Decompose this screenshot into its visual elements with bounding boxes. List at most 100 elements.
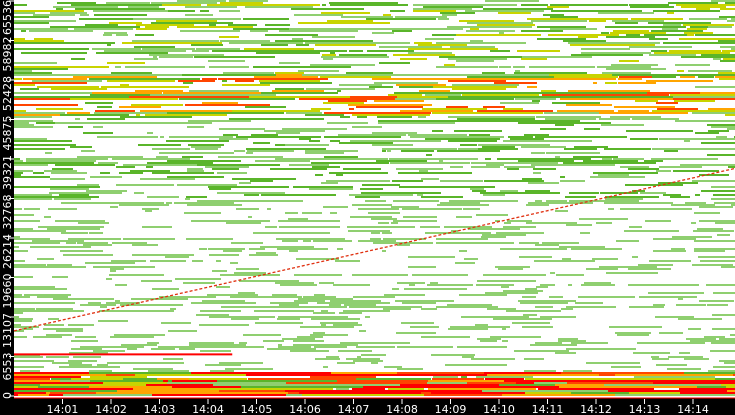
heatmap-cell: [374, 100, 424, 102]
heatmap-cell: [74, 28, 133, 30]
heatmap-cell: [90, 94, 150, 96]
heatmap-cell: [444, 226, 492, 228]
heatmap-cell: [506, 310, 561, 312]
heatmap-cell: [399, 186, 495, 188]
heatmap-cell: [401, 150, 434, 152]
heatmap-cell: [373, 242, 433, 244]
heatmap-cell: [299, 392, 421, 394]
heatmap-cell: [166, 202, 172, 204]
heatmap-cell: [212, 168, 239, 170]
heatmap-cell: [596, 222, 612, 224]
heatmap-cell: [324, 112, 359, 114]
heatmap-cell: [218, 156, 283, 158]
heatmap-cell: [721, 266, 735, 268]
heatmap-cell: [599, 374, 615, 376]
heatmap-cell: [731, 204, 735, 206]
heatmap-cell: [142, 380, 163, 382]
heatmap-cell: [14, 386, 38, 388]
heatmap-cell: [360, 188, 383, 190]
heatmap-cell: [14, 392, 46, 394]
heatmap-cell: [698, 256, 735, 258]
heatmap-cell: [694, 212, 720, 214]
heatmap-cell: [659, 166, 702, 168]
heatmap-cell: [476, 376, 533, 378]
heatmap-cell: [487, 78, 616, 80]
heatmap-cell: [534, 260, 595, 262]
heatmap-cell: [555, 156, 560, 158]
heatmap-cell: [179, 98, 295, 100]
heatmap-cell: [420, 226, 440, 228]
heatmap-cell: [14, 264, 46, 266]
heatmap-cell: [186, 196, 207, 198]
heatmap-cell: [613, 30, 649, 32]
heatmap-cell: [356, 106, 423, 108]
heatmap-cell: [564, 148, 597, 150]
heatmap-cell: [690, 340, 735, 342]
heatmap-cell: [722, 50, 735, 52]
heatmap-cell: [684, 32, 713, 34]
heatmap-cell: [97, 364, 108, 366]
heatmap-cell: [454, 130, 502, 132]
heatmap-cell: [324, 156, 358, 158]
heatmap-cell: [246, 152, 253, 154]
heatmap-cell: [106, 278, 112, 280]
heatmap-cell: [476, 214, 508, 216]
heatmap-cell: [132, 244, 158, 246]
heatmap-cell: [343, 310, 390, 312]
heatmap-cell: [125, 66, 205, 68]
heatmap-cell: [571, 54, 643, 56]
heatmap-cell: [720, 60, 735, 62]
heatmap-cell: [399, 86, 433, 88]
heatmap-cell: [80, 304, 116, 306]
heatmap-cell: [397, 96, 448, 98]
heatmap-cell: [14, 394, 18, 396]
heatmap-cell: [115, 300, 120, 302]
heatmap-cell: [134, 192, 144, 194]
heatmap-cell: [110, 270, 116, 272]
heatmap-cell: [323, 102, 364, 104]
heatmap-cell: [672, 236, 712, 238]
heatmap-cell: [337, 362, 355, 364]
heatmap-cell: [222, 80, 227, 82]
heatmap-cell: [47, 228, 100, 230]
heatmap-cell: [306, 88, 375, 90]
heatmap-cell: [169, 136, 233, 138]
heatmap-cell: [501, 286, 509, 288]
heatmap-cell: [49, 394, 63, 396]
heatmap-cell: [51, 172, 87, 174]
heatmap-cell: [459, 20, 514, 22]
heatmap-cell: [575, 384, 604, 386]
heatmap-cell: [330, 212, 337, 214]
heatmap-cell: [191, 44, 223, 46]
heatmap-cell: [93, 126, 103, 128]
heatmap-cell: [688, 328, 701, 330]
heatmap-cell: [465, 10, 544, 12]
heatmap-cell: [315, 174, 323, 176]
heatmap-cell: [78, 222, 109, 224]
heatmap-cell: [471, 162, 558, 164]
heatmap-cell: [220, 274, 280, 276]
heatmap-cell: [478, 144, 550, 146]
heatmap-cell: [519, 256, 552, 258]
heatmap-cell: [94, 112, 167, 114]
heatmap-cell: [611, 366, 641, 368]
heatmap-cell: [119, 204, 169, 206]
heatmap-cell: [266, 386, 363, 388]
heatmap-cell: [377, 372, 397, 374]
heatmap-cell: [656, 170, 671, 172]
x-tick-label: 14:11: [532, 403, 564, 415]
heatmap-cell: [96, 392, 147, 394]
heatmap-cell: [410, 326, 439, 328]
heatmap-cell: [555, 124, 574, 126]
heatmap-cell: [652, 148, 735, 150]
heatmap-cell: [116, 34, 128, 36]
heatmap-cell: [606, 36, 655, 38]
heatmap-cell: [372, 78, 487, 80]
heatmap-cell: [68, 126, 83, 128]
heatmap-cell: [218, 78, 328, 80]
heatmap-cell: [14, 96, 53, 98]
heatmap-cell: [298, 298, 353, 300]
heatmap-cell: [265, 24, 290, 26]
heatmap-cell: [559, 386, 697, 388]
heatmap-cell: [600, 192, 638, 194]
